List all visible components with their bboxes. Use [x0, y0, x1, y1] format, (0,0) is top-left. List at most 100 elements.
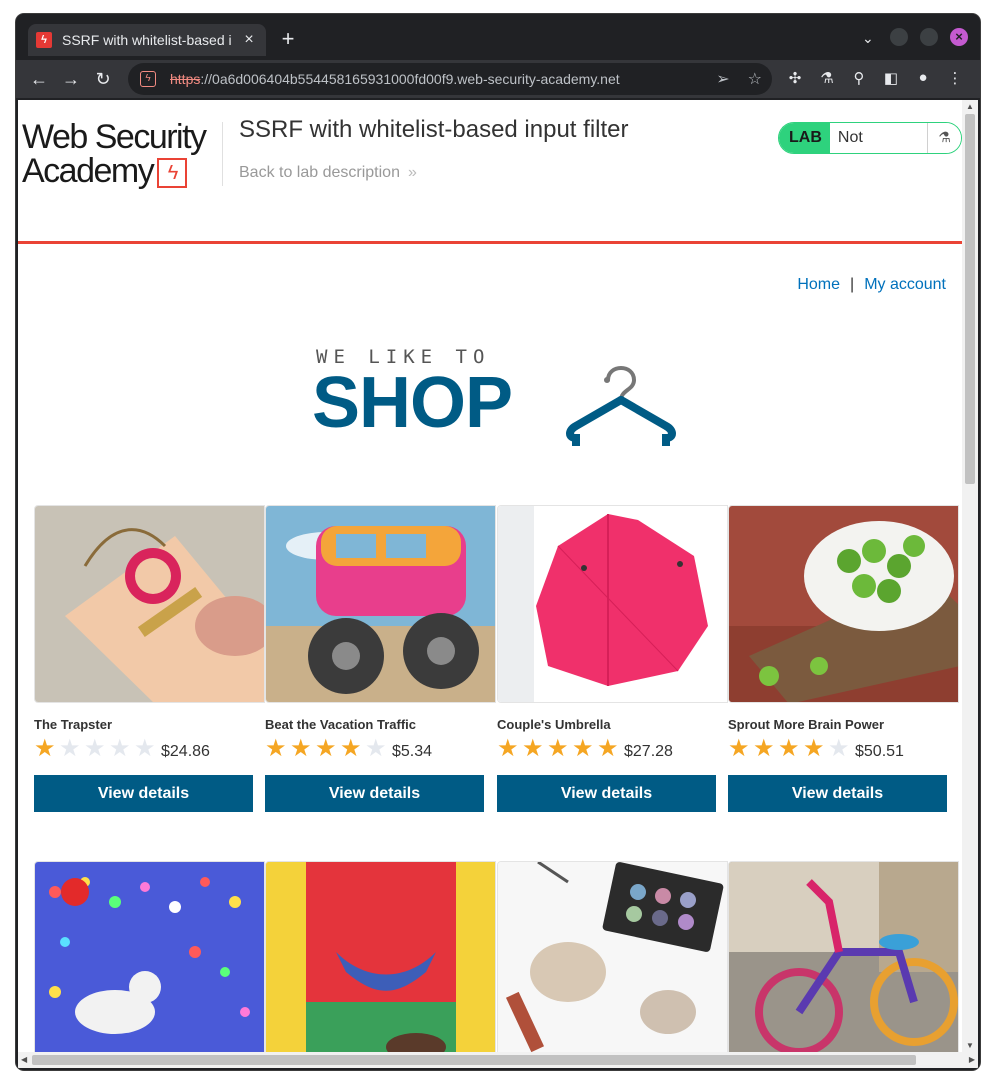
star-icon: ★	[778, 735, 800, 762]
browser-toolbar: ← → ↻ ϟ https://0a6d006404b5544581659310…	[16, 60, 980, 98]
home-link[interactable]: Home	[797, 276, 840, 293]
menu-kebab-icon[interactable]: ⋮	[946, 69, 964, 87]
tab-strip: ϟ SSRF with whitelist-based input filter…	[16, 14, 980, 60]
scroll-down-arrow-icon[interactable]: ▼	[966, 1041, 974, 1050]
product-price: $24.86	[161, 743, 210, 760]
star-icon: ★	[34, 735, 56, 762]
browser-window: ϟ SSRF with whitelist-based input filter…	[16, 14, 980, 1070]
product-name: Beat the Vacation Traffic	[265, 717, 416, 732]
back-arrow-icon[interactable]: ←	[28, 68, 50, 90]
back-to-lab-description-link[interactable]: Back to lab description »	[239, 164, 417, 182]
double-chevron-right-icon: »	[407, 164, 417, 181]
product-name: Couple's Umbrella	[497, 717, 611, 732]
star-empty-icon: ★	[84, 735, 106, 762]
lab-favicon-icon: ϟ	[36, 32, 52, 48]
clothes-hanger-icon	[566, 366, 676, 446]
product-image-balloons-dog	[34, 861, 265, 1059]
tab-title: SSRF with whitelist-based input filter	[62, 32, 232, 48]
header-divider	[222, 122, 223, 186]
product-image-monster-van	[265, 505, 496, 703]
star-icon: ★	[753, 735, 775, 762]
product-image-makeup	[497, 861, 728, 1059]
star-icon: ★	[597, 735, 619, 762]
scroll-up-arrow-icon[interactable]: ▲	[966, 102, 974, 111]
vertical-scrollbar[interactable]: ▲ ▼	[962, 100, 978, 1052]
vertical-scrollbar-thumb[interactable]	[965, 114, 975, 484]
product-name: The Trapster	[34, 717, 113, 732]
minimize-button[interactable]	[890, 28, 908, 46]
product-rating: ★ ★ ★ ★ ★ $5.34	[265, 737, 432, 761]
star-icon: ★	[340, 735, 362, 762]
star-icon: ★	[728, 735, 750, 762]
flask-icon: ⚗	[927, 123, 961, 153]
star-empty-icon: ★	[59, 735, 81, 762]
url-scheme: https	[170, 71, 201, 87]
logo-line-1: Web Security	[22, 118, 207, 156]
nav-separator: |	[850, 276, 855, 293]
horizontal-scrollbar[interactable]: ◀ ▶	[18, 1052, 978, 1068]
view-details-button[interactable]: View details	[265, 775, 484, 812]
url-text[interactable]: https://0a6d006404b554458165931000fd00f9…	[170, 71, 620, 87]
star-icon: ★	[547, 735, 569, 762]
url-host: ://0a6d006404b554458165931000fd00f9.web-…	[200, 71, 620, 87]
star-icon: ★	[572, 735, 594, 762]
back-link-label: Back to lab description	[239, 164, 400, 181]
new-tab-icon[interactable]: +	[276, 28, 300, 52]
maximize-button[interactable]	[920, 28, 938, 46]
view-details-button[interactable]: View details	[497, 775, 716, 812]
star-icon: ★	[803, 735, 825, 762]
address-bar[interactable]: ϟ https://0a6d006404b554458165931000fd00…	[128, 63, 772, 95]
lab-status-text: Not solved	[829, 123, 928, 153]
product-name: Sprout More Brain Power	[728, 717, 885, 732]
lab-badge: LAB	[779, 123, 830, 153]
close-window-button[interactable]: ×	[950, 28, 968, 46]
star-icon: ★	[265, 735, 287, 762]
tab-search-chevron-icon[interactable]: ⌄	[862, 30, 874, 47]
lab-header: Web Security Academy ϟ SSRF with whitelis…	[18, 100, 962, 244]
product-image-umbrella	[497, 505, 728, 703]
side-panel-icon[interactable]: ◧	[882, 69, 900, 87]
scroll-left-arrow-icon[interactable]: ◀	[21, 1055, 27, 1064]
product-rating: ★ ★ ★ ★ ★ $27.28	[497, 737, 673, 761]
my-account-link[interactable]: My account	[864, 276, 946, 293]
product-image-inflatable	[265, 861, 496, 1059]
product-price: $27.28	[624, 743, 673, 760]
search-icon[interactable]: ⚲	[850, 69, 868, 87]
scroll-right-arrow-icon[interactable]: ▶	[969, 1055, 975, 1064]
star-icon: ★	[497, 735, 519, 762]
not-secure-icon[interactable]: ϟ	[140, 71, 156, 87]
tab-close-icon[interactable]: ×	[240, 31, 258, 49]
send-icon[interactable]: ➢	[716, 69, 729, 89]
banner-shop-word: SHOP	[312, 363, 513, 443]
star-icon: ★	[315, 735, 337, 762]
view-details-button[interactable]: View details	[34, 775, 253, 812]
star-empty-icon: ★	[365, 735, 387, 762]
top-navigation: Home | My account	[797, 276, 946, 294]
lab-title: SSRF with whitelist-based input filter	[239, 116, 629, 143]
product-image-knitted-bike	[728, 861, 959, 1059]
shop-banner: WE LIKE TO SHOP	[312, 346, 676, 446]
star-icon: ★	[290, 735, 312, 762]
product-price: $50.51	[855, 743, 904, 760]
page-viewport: Web Security Academy ϟ SSRF with whitelis…	[18, 100, 978, 1068]
extensions-puzzle-icon[interactable]: ✣	[786, 69, 804, 87]
product-image-sprouts	[728, 505, 959, 703]
forward-arrow-icon[interactable]: →	[60, 68, 82, 90]
product-rating: ★ ★ ★ ★ ★ $24.86	[34, 737, 210, 761]
web-security-academy-logo[interactable]: Web Security Academy ϟ	[22, 118, 222, 190]
logo-line-2: Academy	[22, 152, 155, 190]
browser-tab[interactable]: ϟ SSRF with whitelist-based input filter…	[28, 24, 266, 56]
star-empty-icon: ★	[109, 735, 131, 762]
star-icon: ★	[522, 735, 544, 762]
horizontal-scrollbar-thumb[interactable]	[32, 1055, 916, 1065]
lightning-bolt-icon: ϟ	[157, 158, 188, 189]
labs-flask-icon[interactable]: ⚗	[818, 69, 836, 87]
reload-icon[interactable]: ↻	[92, 68, 114, 90]
product-price: $5.34	[392, 743, 433, 760]
lab-status-widget: LAB Not solved ⚗	[778, 122, 962, 154]
view-details-button[interactable]: View details	[728, 775, 947, 812]
product-image-mousetrap	[34, 505, 265, 703]
bookmark-star-icon[interactable]: ☆	[748, 69, 762, 89]
product-rating: ★ ★ ★ ★ ★ $50.51	[728, 737, 904, 761]
profile-icon[interactable]: ●	[914, 69, 932, 87]
